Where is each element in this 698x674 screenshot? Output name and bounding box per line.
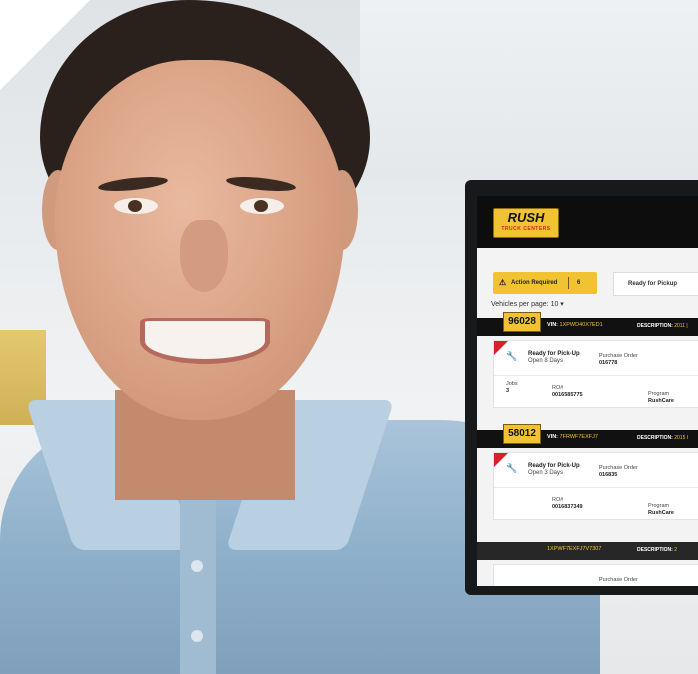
vehicle-card[interactable]: 🔧 Ready for Pick-Up Open 8 Days Purchase … [493, 340, 698, 408]
card-jobs: Jobs 3 [506, 381, 518, 395]
status-text: Ready for Pick-Up [528, 351, 580, 357]
po-value: 016778 [599, 360, 618, 366]
card-program: Program RushCare [648, 503, 674, 517]
card-po: Purchase Order 016835 [599, 465, 638, 479]
vehicle-bar[interactable]: 58012 VIN: 7FRWF7EXFJ7 DESCRIPTION: 2015… [477, 424, 698, 448]
program-value: RushCare [648, 398, 674, 404]
status-text: Ready for Pick-Up [528, 463, 580, 469]
ro-label: RO# [552, 497, 564, 503]
vehicle-bar[interactable]: 96028 VIN: 1XPWD40X7ED1 DESCRIPTION: 201… [477, 312, 698, 336]
person-smile [140, 318, 270, 364]
vehicle-vin: 1XPWF7EXFJ7V7307 [547, 546, 601, 552]
card-divider [494, 375, 698, 376]
card-divider [494, 487, 698, 488]
tab-label: Action Required [511, 280, 558, 286]
shirt-placket [180, 500, 216, 674]
tab-divider [568, 277, 569, 289]
po-label: Purchase Order [599, 577, 638, 583]
vehicle-number: 58012 [503, 424, 541, 444]
tab-action-required[interactable]: ⚠ Action Required 6 [493, 272, 597, 294]
eye-left [114, 198, 158, 214]
card-ro: RO# 0016585775 [552, 385, 583, 399]
vin-label: VIN: [547, 434, 558, 440]
vehicle-card[interactable]: 🔧 Ready for Pick-Up Open 3 Days Purchase … [493, 452, 698, 520]
monitor-screen: RUSH TRUCK CENTERS ⚠ Action Required 6 R… [477, 196, 698, 586]
tab-ready-for-pickup[interactable]: Ready for Pickup [613, 272, 698, 296]
desc-value: 2015 I [674, 435, 689, 441]
program-value: RushCare [648, 510, 674, 516]
desc-value: 2 [674, 547, 678, 553]
card-po: Purchase Order 016778 [599, 353, 638, 367]
wrench-icon: 🔧 [506, 463, 518, 473]
vehicle-card[interactable]: Purchase Order [493, 564, 698, 586]
shirt-button [191, 560, 203, 572]
wrench-icon: 🔧 [506, 351, 518, 361]
per-page-select[interactable]: 10 ▾ [551, 301, 564, 308]
card-po: Purchase Order [599, 577, 638, 584]
vehicle-description: DESCRIPTION: 2015 I [637, 435, 688, 441]
logo-subtitle: TRUCK CENTERS [501, 226, 551, 232]
desc-label: DESCRIPTION: [637, 547, 673, 553]
desc-label: DESCRIPTION: [637, 435, 673, 441]
po-label: Purchase Order [599, 465, 638, 471]
app-header: RUSH TRUCK CENTERS [477, 196, 698, 248]
photo-scene: RUSH TRUCK CENTERS ⚠ Action Required 6 R… [0, 0, 698, 674]
desc-label: DESCRIPTION: [637, 323, 673, 329]
vehicle-bar[interactable]: 1XPWF7EXFJ7V7307 DESCRIPTION: 2 [477, 542, 698, 560]
rush-logo[interactable]: RUSH TRUCK CENTERS [493, 208, 559, 238]
shirt-button [191, 630, 203, 642]
jobs-value: 3 [506, 388, 510, 394]
logo-word: RUSH [507, 210, 545, 225]
status-sub: Open 3 Days [528, 470, 564, 476]
card-ro: RO# 0016837349 [552, 497, 583, 511]
tab-label: Ready for Pickup [628, 281, 678, 287]
vin-value: 7FRWF7EXFJ7 [559, 434, 598, 440]
vehicle-vin: VIN: 7FRWF7EXFJ7 [547, 434, 598, 440]
status-sub: Open 8 Days [528, 358, 564, 364]
background-window [360, 0, 698, 180]
vehicle-description: DESCRIPTION: 2 [637, 547, 677, 553]
vehicle-vin: VIN: 1XPWD40X7ED1 [547, 322, 603, 328]
vin-value: 1XPWD40X7ED1 [559, 322, 603, 328]
ro-label: RO# [552, 385, 564, 391]
per-page-label: Vehicles per page: [491, 301, 549, 308]
tab-count: 6 [577, 280, 581, 286]
vehicles-per-page[interactable]: Vehicles per page: 10 ▾ [491, 300, 564, 308]
vin-label: VIN: [547, 322, 558, 328]
eye-right [240, 198, 284, 214]
corner-cut [0, 0, 90, 90]
person-nose [180, 220, 228, 292]
vin-value: 1XPWF7EXFJ7V7307 [547, 546, 602, 552]
card-status: Ready for Pick-Up Open 3 Days [528, 463, 580, 477]
status-tabs: ⚠ Action Required 6 Ready for Pickup [477, 272, 698, 296]
jobs-label: Jobs [506, 381, 518, 387]
program-label: Program [648, 503, 670, 509]
ro-value: 0016837349 [552, 504, 583, 510]
vehicle-description: DESCRIPTION: 2011 | [637, 323, 688, 329]
ro-value: 0016585775 [552, 392, 583, 398]
card-program: Program RushCare [648, 391, 674, 405]
card-status: Ready for Pick-Up Open 8 Days [528, 351, 580, 365]
program-label: Program [648, 391, 670, 397]
desc-value: 2011 | [674, 323, 688, 329]
vehicle-number: 96028 [503, 312, 541, 332]
po-value: 016835 [599, 472, 618, 478]
warning-icon: ⚠ [499, 278, 507, 287]
po-label: Purchase Order [599, 353, 638, 359]
